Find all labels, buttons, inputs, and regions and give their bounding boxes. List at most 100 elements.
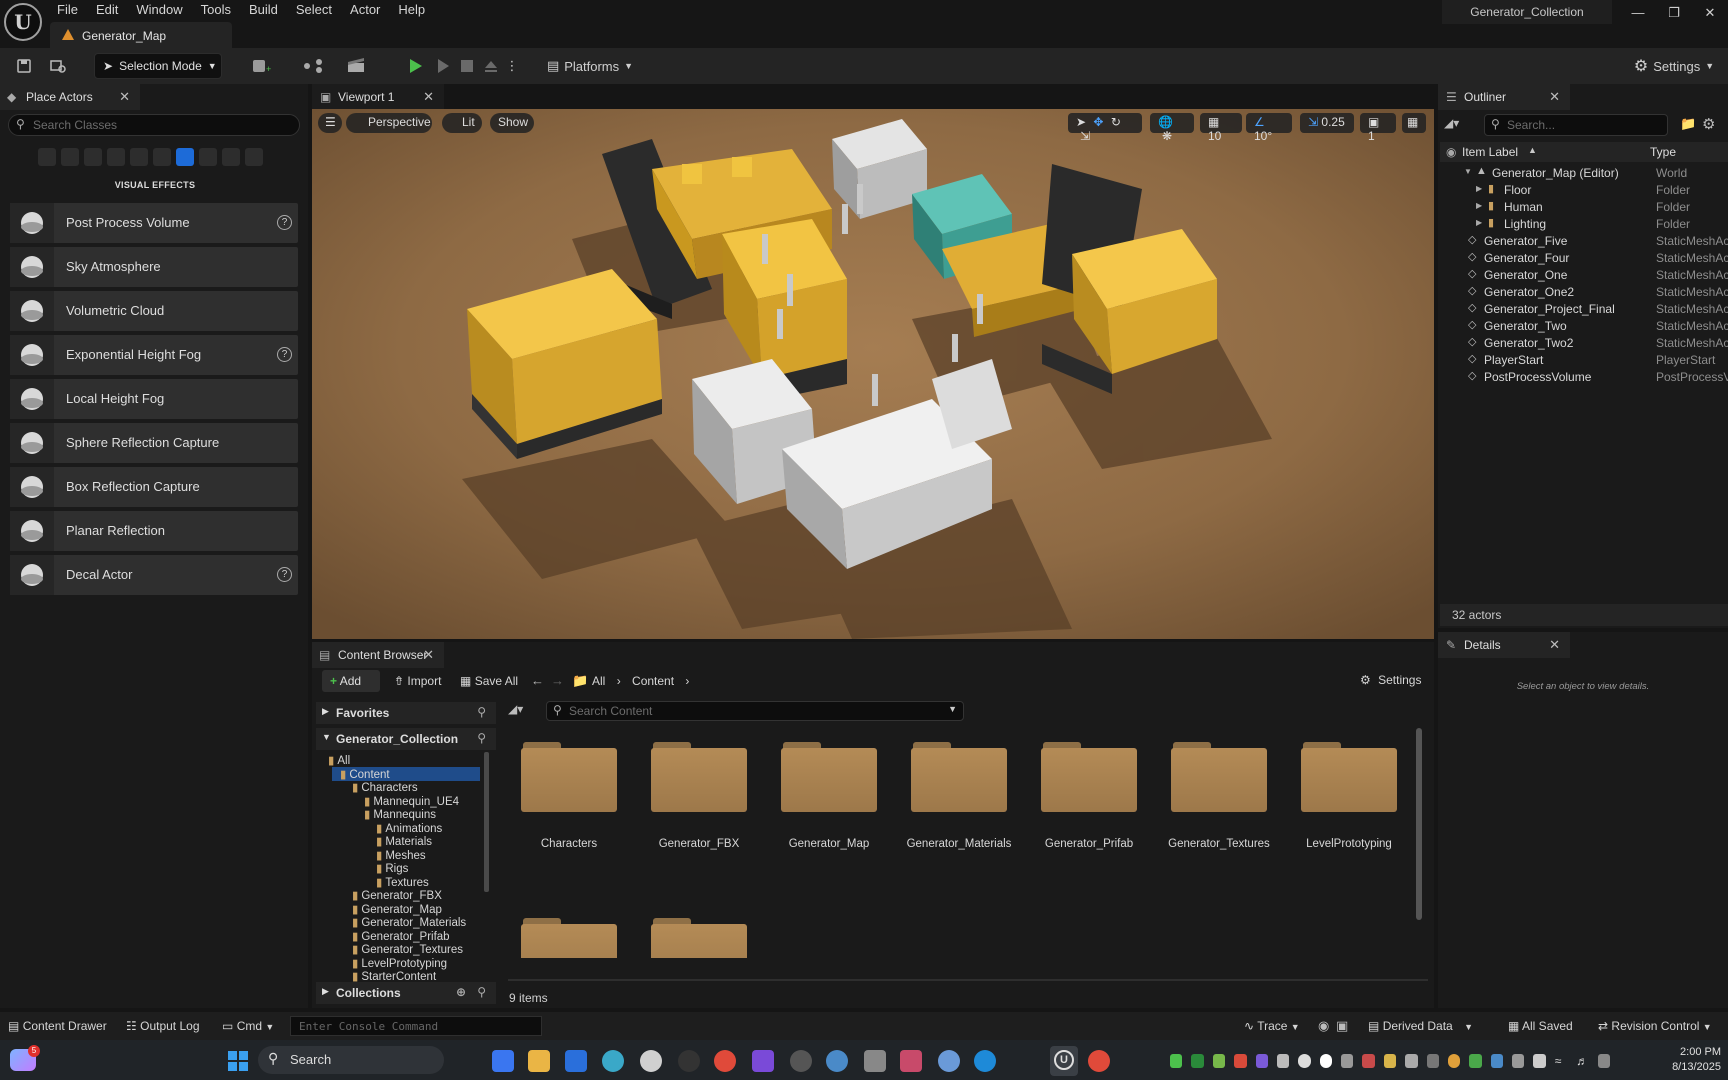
tray-app-icon[interactable] xyxy=(1191,1054,1204,1068)
outliner-row[interactable]: ◇ Generator_Four StaticMeshAc xyxy=(1440,249,1728,266)
import-button[interactable]: ⇮ Import xyxy=(394,674,441,688)
app-icon[interactable] xyxy=(864,1050,886,1072)
tray-app-icon[interactable] xyxy=(1533,1054,1546,1068)
viewport-menu-icon[interactable]: ☰ xyxy=(318,113,342,133)
geometry-icon[interactable] xyxy=(199,148,217,166)
more-options-icon[interactable]: ⋮ xyxy=(504,53,520,79)
tray-app-icon[interactable] xyxy=(1383,1054,1397,1068)
actor-item[interactable]: Volumetric Cloud xyxy=(10,291,298,331)
outliner-row[interactable]: ◇ PostProcessVolume PostProcessV xyxy=(1440,368,1728,385)
close-icon[interactable]: ✕ xyxy=(1692,0,1728,26)
scale-snap-button[interactable]: ⇲ 0.25 xyxy=(1300,113,1354,133)
app-icon[interactable] xyxy=(826,1050,848,1072)
extra-category-icon[interactable] xyxy=(245,148,263,166)
collection-section[interactable]: ▼ Generator_Collection ⚲ xyxy=(316,728,496,750)
tree-folder-generator-prifab[interactable]: ▮ Generator_Prifab xyxy=(344,929,480,943)
tray-app-icon[interactable] xyxy=(1234,1054,1247,1068)
edge-icon[interactable] xyxy=(974,1050,996,1072)
column-item-label[interactable]: Item Label xyxy=(1462,145,1518,159)
chrome-icon[interactable] xyxy=(1088,1050,1110,1072)
actor-item[interactable]: Sky Atmosphere xyxy=(10,247,298,287)
all-classes-icon[interactable] xyxy=(222,148,240,166)
tray-app-icon[interactable] xyxy=(1469,1054,1482,1068)
tree-folder-textures[interactable]: ▮ Textures xyxy=(368,875,480,889)
cb-settings-button[interactable]: ⚙ Settings xyxy=(1360,673,1421,687)
close-icon[interactable]: ✕ xyxy=(119,84,130,110)
tree-folder-startercontent[interactable]: ▮ StarterContent xyxy=(344,969,480,983)
tree-folder-generator-materials[interactable]: ▮ Generator_Materials xyxy=(344,915,480,929)
folder-tile[interactable] xyxy=(781,742,877,812)
tree-folder-meshes[interactable]: ▮ Meshes xyxy=(368,848,480,862)
add-button[interactable]: + Add xyxy=(322,670,380,692)
tray-app-icon[interactable] xyxy=(1447,1054,1461,1068)
outliner-row[interactable]: ▲ ▼ Generator_Map (Editor) World xyxy=(1440,164,1728,181)
folder-tile[interactable] xyxy=(521,918,617,958)
stop-icon[interactable] xyxy=(456,53,478,79)
clock[interactable]: 2:00 PM 8/13/2025 xyxy=(1641,1045,1721,1075)
content-drawer-button[interactable]: ▤ Content Drawer xyxy=(8,1019,107,1033)
help-icon[interactable]: ? xyxy=(277,567,292,582)
help-icon[interactable]: ? xyxy=(277,347,292,362)
tree-folder-characters[interactable]: ▮ Characters xyxy=(344,780,480,794)
menu-help[interactable]: Help xyxy=(389,2,434,18)
camera-speed-button[interactable]: ▣ 1 xyxy=(1360,113,1396,143)
close-icon[interactable]: ✕ xyxy=(1549,632,1560,658)
cinematic-icon[interactable] xyxy=(107,148,125,166)
surface-snap-icon[interactable]: ❋ xyxy=(1162,129,1172,143)
unreal-engine-icon[interactable]: U xyxy=(1054,1050,1074,1070)
add-folder-icon[interactable]: 📁 xyxy=(1680,116,1696,132)
folder-tile[interactable] xyxy=(651,742,747,812)
cinematics-icon[interactable] xyxy=(340,53,376,79)
actor-item[interactable]: Exponential Height Fog? xyxy=(10,335,298,375)
help-icon[interactable]: ? xyxy=(277,215,292,230)
outliner-row[interactable]: ◇ Generator_One StaticMeshAc xyxy=(1440,266,1728,283)
folder-tile[interactable] xyxy=(1301,742,1397,812)
tray-app-icon[interactable] xyxy=(1276,1054,1290,1068)
nvidia-icon[interactable] xyxy=(1212,1054,1226,1068)
play-icon[interactable] xyxy=(404,53,428,79)
actor-item[interactable]: Local Height Fog xyxy=(10,379,298,419)
outliner-row[interactable]: ◇ Generator_Two StaticMeshAc xyxy=(1440,317,1728,334)
menu-edit[interactable]: Edit xyxy=(87,2,127,18)
actor-item[interactable]: Planar Reflection xyxy=(10,511,298,551)
chevron-down-icon[interactable]: ▼ xyxy=(1464,167,1472,176)
content-browser-tab[interactable]: ▤ Content Browser ✕ xyxy=(312,642,444,668)
search-icon[interactable]: ⚲ xyxy=(477,731,486,745)
visual-effects-icon[interactable] xyxy=(176,148,194,166)
tray-app-icon[interactable] xyxy=(1255,1054,1268,1068)
breadcrumb-content[interactable]: Content xyxy=(632,674,674,688)
folder-tile[interactable] xyxy=(911,742,1007,812)
grid-snap-button[interactable]: ▦ 10 xyxy=(1200,113,1242,143)
close-icon[interactable]: ✕ xyxy=(423,642,434,668)
selection-mode-dropdown[interactable]: ➤ Selection Mode ▼ xyxy=(94,53,222,79)
search-icon[interactable]: ⚲ xyxy=(477,985,486,999)
favorites-section[interactable]: ▶ Favorites ⚲ xyxy=(316,702,496,724)
save-all-button[interactable]: ▦ Save All xyxy=(460,674,518,688)
scale-tool-icon[interactable]: ⇲ xyxy=(1080,129,1090,143)
chevron-down-icon[interactable]: ▼ xyxy=(948,704,957,714)
asset-scrollbar[interactable] xyxy=(1416,728,1422,920)
select-tool-icon[interactable]: ➤ xyxy=(1076,115,1086,129)
outliner-row[interactable]: ◇ Generator_Five StaticMeshAc xyxy=(1440,232,1728,249)
tray-app-icon[interactable] xyxy=(1298,1054,1311,1068)
chrome-icon[interactable] xyxy=(714,1050,736,1072)
tree-folder-all[interactable]: ▮ All xyxy=(320,753,480,767)
close-icon[interactable]: ✕ xyxy=(1549,84,1560,110)
perspective-dropdown[interactable]: Perspective xyxy=(346,113,432,133)
menu-build[interactable]: Build xyxy=(240,2,287,18)
store-icon[interactable] xyxy=(565,1050,587,1072)
google-icon[interactable] xyxy=(1319,1054,1332,1068)
lights-icon[interactable] xyxy=(84,148,102,166)
menu-window[interactable]: Window xyxy=(127,2,191,18)
console-input[interactable]: Enter Console Command xyxy=(290,1016,542,1036)
folder-tile[interactable] xyxy=(1171,742,1267,812)
world-space-icon[interactable]: 🌐 xyxy=(1158,115,1173,129)
actor-item[interactable]: Box Reflection Capture xyxy=(10,467,298,507)
minimize-icon[interactable]: — xyxy=(1620,0,1656,26)
app-icon[interactable] xyxy=(752,1050,774,1072)
back-icon[interactable]: ← xyxy=(531,673,544,688)
breadcrumb-all[interactable]: All xyxy=(592,674,605,688)
menu-select[interactable]: Select xyxy=(287,2,341,18)
settings-dropdown[interactable]: ⚙ Settings ▼ xyxy=(1632,53,1716,79)
tray-app-icon[interactable] xyxy=(1405,1054,1418,1068)
